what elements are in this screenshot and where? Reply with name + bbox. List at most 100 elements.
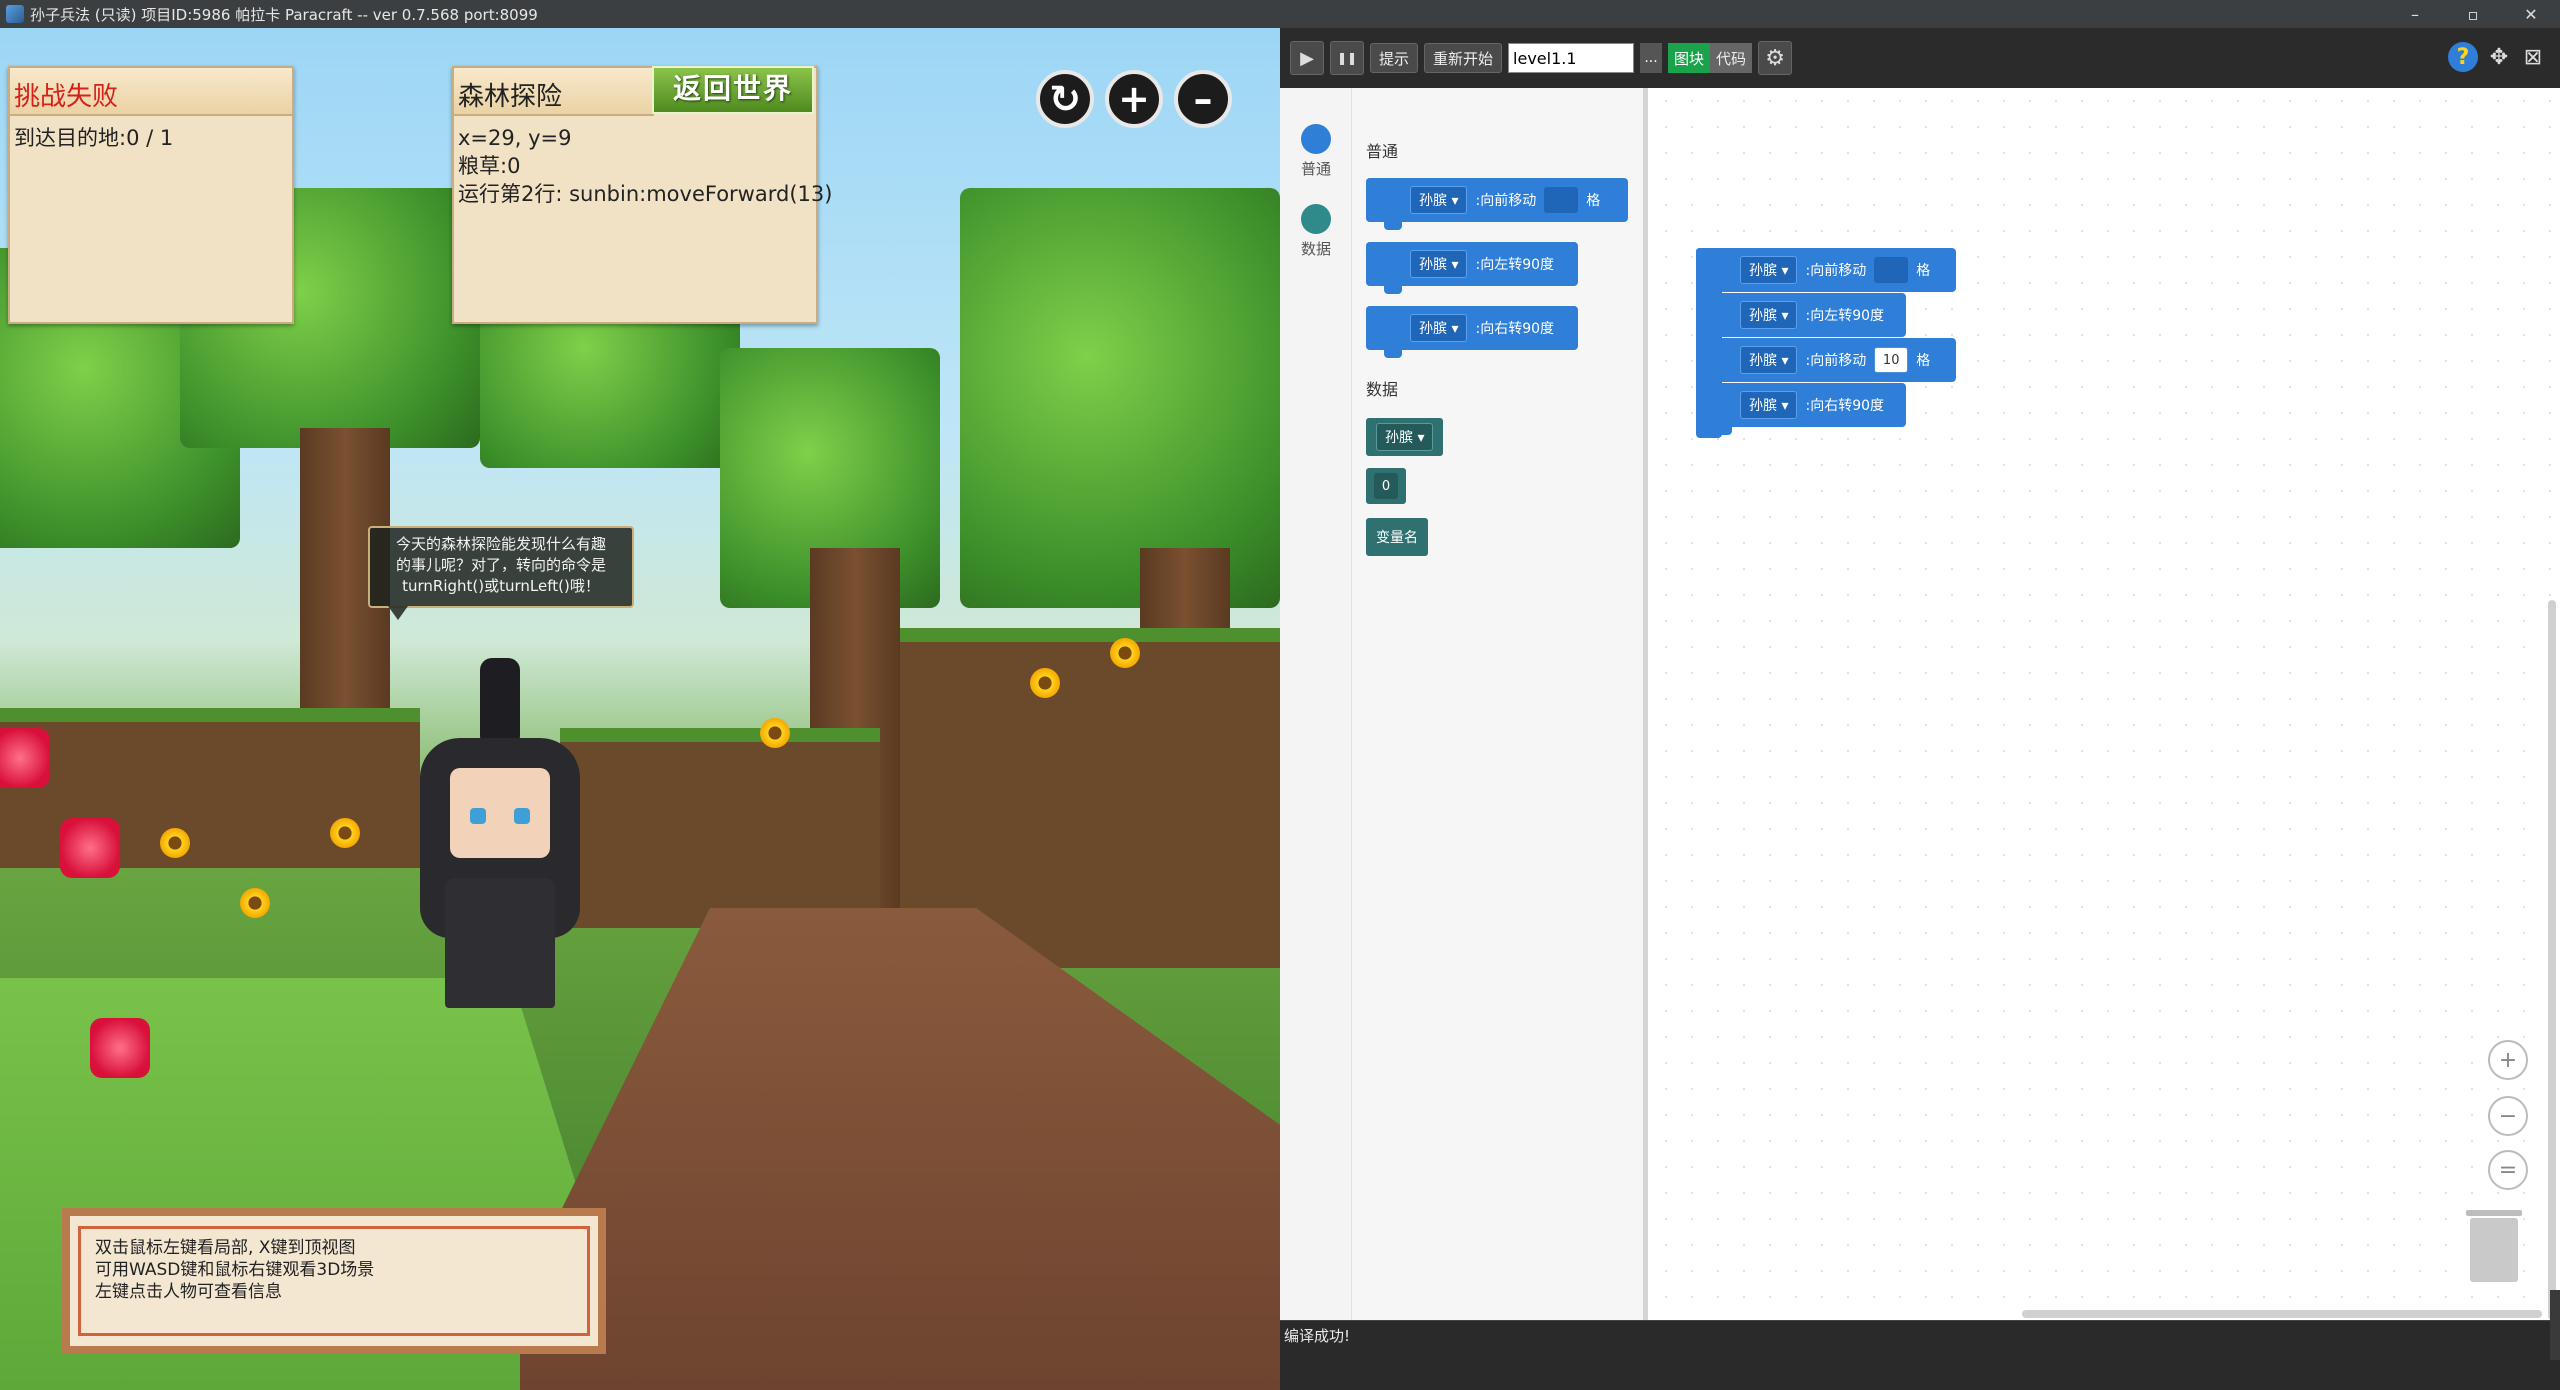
category-label: 普通 xyxy=(1300,160,1331,178)
console-message: 编译成功! xyxy=(1284,1327,1351,1345)
hint-button[interactable]: 提示 xyxy=(1370,43,1419,73)
category-dot xyxy=(1301,204,1331,234)
red-flower xyxy=(0,728,50,788)
block-action: :向右转90度 xyxy=(1475,321,1555,337)
restore-button[interactable]: ▫ xyxy=(2444,0,2502,28)
help-box: 双击鼠标左键看局部, X键到顶视图 可用WASD键和鼠标右键观看3D场景 左键点… xyxy=(62,1208,606,1354)
actor-dropdown[interactable]: 孙膑 ▾ xyxy=(1410,250,1468,278)
trash-icon[interactable] xyxy=(2466,1210,2522,1282)
step-input[interactable]: 10 xyxy=(1874,347,1909,373)
block-notch xyxy=(1384,220,1402,230)
category-data[interactable]: 数据 xyxy=(1280,204,1352,259)
gear-icon[interactable]: ⚙ xyxy=(1758,41,1793,75)
help-icon[interactable]: ? xyxy=(2448,42,2478,72)
code-editor: ▶ ❚❚ 提示 重新开始 ... 图块 代码 ⚙ ? ✥ ⊠ 普通 数据 普通 … xyxy=(1280,28,2560,1390)
number-value[interactable]: 0 xyxy=(1374,473,1398,499)
back-to-world-button[interactable]: 返回世界 xyxy=(652,66,814,114)
refresh-icon[interactable]: ↻ xyxy=(1036,70,1094,128)
block-notch xyxy=(1714,425,1732,435)
hero-eye xyxy=(514,808,530,824)
actor-dropdown[interactable]: 孙膑 ▾ xyxy=(1410,314,1468,342)
food-count: 粮草:0 xyxy=(458,154,521,178)
zoom-in-icon[interactable]: + xyxy=(1105,70,1163,128)
actor-dropdown[interactable]: 孙膑 ▾ xyxy=(1740,346,1798,374)
workspace-zoom-in-icon[interactable]: + xyxy=(2488,1040,2528,1080)
sunflower xyxy=(760,718,790,748)
flyout-section-general: 普通 xyxy=(1366,142,1399,161)
block-notch xyxy=(1384,284,1402,294)
block-unit: 格 xyxy=(1916,263,1931,279)
sunflower xyxy=(240,888,270,918)
sunflower xyxy=(1110,638,1140,668)
challenge-status-title: 挑战失败 xyxy=(10,68,292,116)
step-input[interactable] xyxy=(1544,187,1579,213)
hero-character[interactable] xyxy=(410,658,590,1018)
level-title: 森林探险 xyxy=(454,68,654,116)
block-notch xyxy=(1384,348,1402,358)
workspace-vertical-scrollbar[interactable] xyxy=(2548,600,2556,1320)
level-browse-button[interactable]: ... xyxy=(1640,43,1663,73)
block-unit: 格 xyxy=(1916,353,1931,369)
block-action: :向左转90度 xyxy=(1805,308,1885,324)
help-line: 左键点击人物可查看信息 xyxy=(95,1282,282,1302)
workspace-horizontal-scrollbar[interactable] xyxy=(2022,1310,2542,1318)
actor-dropdown[interactable]: 孙膑 ▾ xyxy=(1740,301,1798,329)
block-action: :向右转90度 xyxy=(1805,398,1885,414)
running-line: 运行第2行: sunbin:moveForward(13) xyxy=(458,182,833,206)
close-button[interactable]: ✕ xyxy=(2502,0,2560,28)
help-line: 可用WASD键和鼠标右键观看3D场景 xyxy=(95,1260,375,1280)
ws-block-turn-left[interactable]: 孙膑 ▾ :向左转90度 xyxy=(1696,293,1906,337)
pause-icon[interactable]: ❚❚ xyxy=(1330,41,1364,75)
play-icon[interactable]: ▶ xyxy=(1290,41,1324,75)
workspace-zoom-out-icon[interactable]: − xyxy=(2488,1096,2528,1136)
hero-eye xyxy=(470,808,486,824)
flyout-number-block[interactable]: 0 xyxy=(1366,468,1406,504)
hero-body xyxy=(445,878,555,1008)
actor-dropdown[interactable]: 孙膑 ▾ xyxy=(1410,186,1468,214)
block-flyout: 普通 孙膑 ▾ :向前移动 格 孙膑 ▾ :向左转90度 孙膑 ▾ :向右转90… xyxy=(1352,88,1648,1348)
sunflower xyxy=(160,828,190,858)
close-panel-icon[interactable]: ⊠ xyxy=(2518,42,2548,72)
game-viewport[interactable]: 今天的森林探险能发现什么有趣 的事儿呢？对了，转向的命令是 turnRight(… xyxy=(0,28,1280,1390)
code-mode-toggle[interactable]: 代码 xyxy=(1710,43,1753,73)
actor-dropdown[interactable]: 孙膑 ▾ xyxy=(1740,391,1798,419)
restart-button[interactable]: 重新开始 xyxy=(1424,43,1503,73)
flyout-actor-block[interactable]: 孙膑 ▾ xyxy=(1366,418,1444,456)
ws-block-move-forward[interactable]: 孙膑 ▾ :向前移动 10 格 xyxy=(1696,338,1956,382)
step-input[interactable] xyxy=(1874,257,1909,283)
app-icon xyxy=(6,5,24,23)
red-flower xyxy=(60,818,120,878)
block-action: :向前移动 xyxy=(1805,263,1867,279)
minimize-button[interactable]: – xyxy=(2386,0,2444,28)
challenge-status-panel: 挑战失败 到达目的地:0 / 1 xyxy=(8,66,294,324)
flyout-block-turn-left[interactable]: 孙膑 ▾ :向左转90度 xyxy=(1366,242,1578,294)
editor-toolbar: ▶ ❚❚ 提示 重新开始 ... 图块 代码 ⚙ ? ✥ ⊠ xyxy=(1280,28,2560,88)
flyout-variable-block[interactable]: 变量名 xyxy=(1366,518,1428,556)
blocks-mode-toggle[interactable]: 图块 xyxy=(1668,43,1711,73)
variable-name: 变量名 xyxy=(1376,530,1418,546)
flyout-block-turn-right[interactable]: 孙膑 ▾ :向右转90度 xyxy=(1366,306,1578,358)
sunflower xyxy=(330,818,360,848)
console-output: 编译成功! xyxy=(1280,1320,2560,1390)
window-titlebar: 孙子兵法 (只读) 项目ID:5986 帕拉卡 Paracraft -- ver… xyxy=(0,0,2560,28)
speech-bubble: 今天的森林探险能发现什么有趣 的事儿呢？对了，转向的命令是 turnRight(… xyxy=(368,526,634,620)
move-icon[interactable]: ✥ xyxy=(2484,42,2514,72)
zoom-out-icon[interactable]: – xyxy=(1174,70,1232,128)
ws-block-turn-right[interactable]: 孙膑 ▾ :向右转90度 xyxy=(1696,383,1906,435)
flyout-section-data: 数据 xyxy=(1366,380,1399,399)
program-stack[interactable]: 孙膑 ▾ :向前移动 格 孙膑 ▾ :向左转90度 孙膑 ▾ :向前移动 10 … xyxy=(1696,248,1996,438)
red-flower xyxy=(90,1018,150,1078)
category-general[interactable]: 普通 xyxy=(1280,124,1352,179)
block-action: :向前移动 xyxy=(1805,353,1867,369)
console-resize-handle[interactable] xyxy=(2550,1290,2560,1360)
speech-line: 今天的森林探险能发现什么有趣 xyxy=(395,535,606,553)
workspace-reset-icon[interactable]: = xyxy=(2488,1150,2528,1190)
actor-dropdown[interactable]: 孙膑 ▾ xyxy=(1740,256,1798,284)
window-title: 孙子兵法 (只读) 项目ID:5986 帕拉卡 Paracraft -- ver… xyxy=(30,5,538,24)
ws-block-move-forward[interactable]: 孙膑 ▾ :向前移动 格 xyxy=(1696,248,1956,292)
level-input[interactable] xyxy=(1508,43,1635,73)
flyout-block-move-forward[interactable]: 孙膑 ▾ :向前移动 格 xyxy=(1366,178,1628,230)
actor-dropdown[interactable]: 孙膑 ▾ xyxy=(1376,423,1434,451)
dirt-path xyxy=(520,908,1280,1390)
block-action: :向左转90度 xyxy=(1475,257,1555,273)
